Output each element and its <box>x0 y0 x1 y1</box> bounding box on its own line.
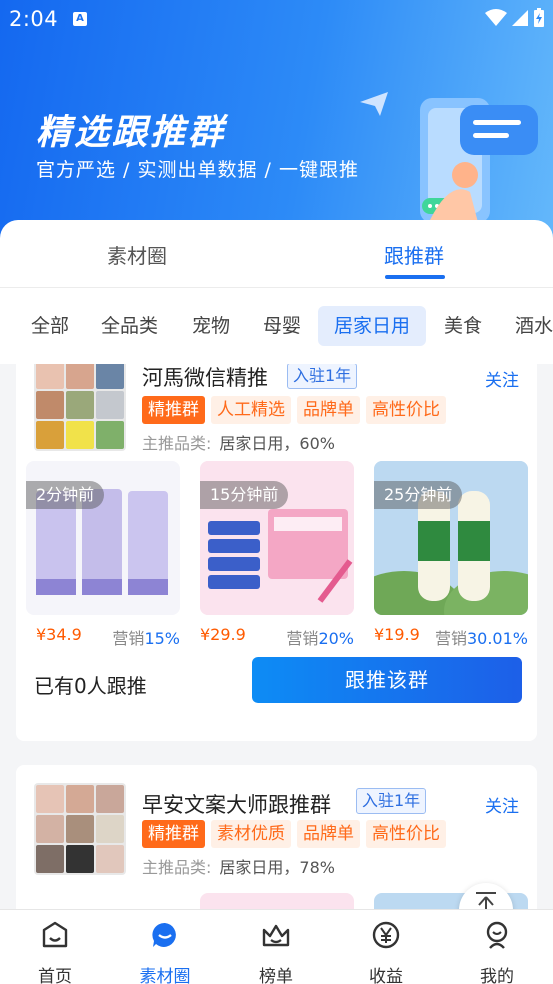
yen-coin-icon <box>372 921 400 949</box>
product-item[interactable]: 15分钟前 ¥29.9 营销20% <box>200 461 354 651</box>
home-icon <box>42 921 68 948</box>
follow-link[interactable]: 关注 <box>485 366 519 391</box>
main-category-value: 居家日用，60% <box>219 434 335 453</box>
crown-icon <box>262 924 290 947</box>
tag: 素材优质 <box>211 820 291 848</box>
product-price: ¥34.9 <box>36 625 82 644</box>
tag: 精推群 <box>142 820 205 848</box>
nav-label: 我的 <box>480 967 514 984</box>
nav-label: 收益 <box>369 967 403 984</box>
group-list[interactable]: 河馬微信精推 入驻1年 关注 精推群 人工精选 品牌单 高性价比 主推品类: 居家… <box>0 364 553 909</box>
chat-bubble-icon <box>152 922 176 947</box>
status-time: 2:04 <box>9 7 59 31</box>
tab-material-circle[interactable]: 素材圈 <box>107 240 167 269</box>
tag: 精推群 <box>142 396 205 424</box>
nav-rankings[interactable]: 榜单 <box>221 910 331 984</box>
category-home-daily[interactable]: 居家日用 <box>318 306 427 346</box>
post-time-badge: 2分钟前 <box>26 481 105 509</box>
sales-label: 营销 <box>112 629 145 648</box>
product-price: ¥29.9 <box>200 625 246 644</box>
product-item[interactable]: 2分钟前 ¥34.9 营销15% <box>26 461 180 651</box>
tag: 品牌单 <box>297 396 360 424</box>
sales-value: 30.01% <box>466 629 528 648</box>
sales-label: 营销 <box>434 629 467 648</box>
group-tags: 精推群 人工精选 品牌单 高性价比 <box>142 396 446 424</box>
wifi-icon <box>485 9 507 26</box>
post-time-badge: 15分钟前 <box>200 481 289 509</box>
main-category: 主推品类: 居家日用，60% <box>142 430 335 454</box>
category-drinks[interactable]: 酒水 <box>499 306 553 346</box>
nav-material-circle[interactable]: 素材圈 <box>110 910 220 984</box>
since-badge: 入驻1年 <box>356 788 427 814</box>
hero-banner: 2:04 A 精选跟推群 官方严选 / 实测出单数据 / 一键跟推 <box>0 0 553 250</box>
nav-label: 素材圈 <box>139 967 191 984</box>
nav-profile[interactable]: 我的 <box>442 910 552 984</box>
phone-chat-illustration-icon <box>360 92 538 230</box>
main-category-value: 居家日用，78% <box>219 858 335 877</box>
group-avatar <box>34 783 126 875</box>
product-image-partial <box>200 893 354 909</box>
category-pets[interactable]: 宠物 <box>176 306 246 346</box>
follow-group-button[interactable]: 跟推该群 <box>252 657 522 703</box>
sales-value: 15% <box>144 629 180 648</box>
product-sales: 营销20% <box>286 625 354 649</box>
group-card[interactable]: 河馬微信精推 入驻1年 关注 精推群 人工精选 品牌单 高性价比 主推品类: 居家… <box>16 364 537 741</box>
tag: 高性价比 <box>366 820 446 848</box>
nav-label: 榜单 <box>259 967 293 984</box>
group-avatar <box>34 364 126 451</box>
joined-count: 已有0人跟推 <box>34 674 147 698</box>
group-name: 河馬微信精推 <box>142 366 268 390</box>
since-badge: 入驻1年 <box>287 364 358 389</box>
category-filter-bar: 全部 全品类 宠物 母婴 居家日用 美食 酒水 <box>0 288 553 364</box>
status-icons <box>485 8 545 28</box>
app-notification-icon: A <box>73 12 87 26</box>
nav-earnings[interactable]: 收益 <box>331 910 441 984</box>
signal-icon <box>512 10 528 26</box>
group-name: 早安文案大师跟推群 <box>142 793 331 817</box>
tag: 高性价比 <box>366 396 446 424</box>
user-profile-icon <box>486 921 508 949</box>
group-tags: 精推群 素材优质 品牌单 高性价比 <box>142 820 446 848</box>
product-sales: 营销15% <box>112 625 180 649</box>
tag: 品牌单 <box>297 820 360 848</box>
main-category-label: 主推品类: <box>142 434 212 453</box>
nav-home[interactable]: 首页 <box>0 910 110 984</box>
active-tab-indicator <box>385 275 445 279</box>
main-tabs: 素材圈 跟推群 <box>0 220 553 288</box>
tab-follow-groups[interactable]: 跟推群 <box>384 240 444 269</box>
category-all-types[interactable]: 全品类 <box>85 306 174 346</box>
status-bar: 2:04 A <box>0 0 553 38</box>
battery-charging-icon <box>534 8 544 27</box>
main-category: 主推品类: 居家日用，78% <box>142 854 335 878</box>
hero-subtitle: 官方严选 / 实测出单数据 / 一键跟推 <box>36 159 359 181</box>
sales-label: 营销 <box>286 629 319 648</box>
sales-value: 20% <box>318 629 354 648</box>
product-price: ¥19.9 <box>374 625 420 644</box>
nav-label: 首页 <box>38 967 72 984</box>
main-category-label: 主推品类: <box>142 858 212 877</box>
product-sales: 营销30.01% <box>435 625 528 649</box>
post-time-badge: 25分钟前 <box>374 481 463 509</box>
bottom-nav: 首页 素材圈 榜单 收益 我的 <box>0 909 553 984</box>
screen: 2:04 A 精选跟推群 官方严选 / 实测出单数据 / 一键跟推 素材圈 跟推… <box>0 0 553 984</box>
follow-link[interactable]: 关注 <box>485 792 519 817</box>
tag: 人工精选 <box>211 396 291 424</box>
category-baby[interactable]: 母婴 <box>247 306 317 346</box>
hero-title: 精选跟推群 <box>36 113 227 153</box>
product-item[interactable]: 25分钟前 ¥19.9 营销30.01% <box>374 461 528 651</box>
category-food[interactable]: 美食 <box>428 306 498 346</box>
category-all[interactable]: 全部 <box>15 306 85 346</box>
